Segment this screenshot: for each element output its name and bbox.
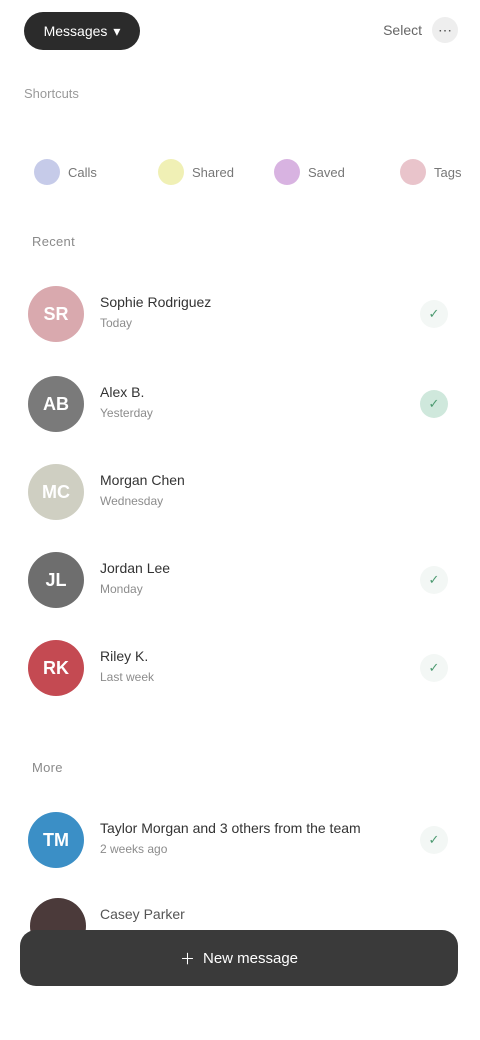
contact-row[interactable]: RK Riley K. Last week ✓ (0, 628, 480, 710)
filter-tags[interactable]: Tags (400, 146, 461, 198)
dropdown-label: Messages (43, 23, 108, 39)
new-message-label: New message (202, 949, 299, 967)
plus-icon: ＋ (179, 950, 195, 968)
saved-dot-icon (274, 159, 300, 185)
shortcuts-label: Shortcuts (24, 86, 79, 101)
contact-detail: Yesterday (100, 406, 153, 420)
contact-name: Sophie Rodriguez (100, 294, 212, 310)
filter-strip: Calls Shared Saved Tags (0, 146, 480, 198)
messages-dropdown-button[interactable]: Messages ▾ (24, 12, 140, 50)
status-check-icon[interactable]: ✓ (420, 390, 448, 418)
status-check-icon[interactable]: ✓ (420, 826, 448, 854)
contact-name: Jordan Lee (100, 560, 171, 576)
tags-dot-icon (400, 159, 426, 185)
avatar: JL (28, 552, 84, 608)
contact-name: Riley K. (100, 648, 149, 664)
contact-detail: Monday (100, 582, 143, 596)
contact-row[interactable]: SR Sophie Rodriguez Today ✓ (0, 274, 480, 356)
filter-calls[interactable]: Calls (34, 146, 97, 198)
shared-dot-icon (158, 159, 184, 185)
filter-label: Saved (308, 164, 345, 180)
contact-name: Taylor Morgan and 3 others from the team (100, 820, 361, 836)
contact-detail: 2 weeks ago (100, 842, 168, 856)
status-check-icon[interactable]: ✓ (420, 654, 448, 682)
select-button[interactable]: Select (383, 22, 422, 38)
contact-row[interactable]: MC Morgan Chen Wednesday (0, 452, 480, 534)
section-title-more: More (32, 760, 63, 775)
contact-row[interactable]: AB Alex B. Yesterday ✓ (0, 364, 480, 446)
top-actions: Select ⋯ (383, 14, 458, 46)
contact-row[interactable]: JL Jordan Lee Monday ✓ (0, 540, 480, 622)
contact-name: Casey Parker (100, 906, 185, 922)
top-bar: Messages ▾ Select ⋯ (0, 0, 480, 64)
avatar: SR (28, 286, 84, 342)
filter-label: Shared (192, 164, 234, 180)
avatar: TM (28, 812, 84, 868)
section-title-recent: Recent (32, 234, 75, 249)
new-message-button[interactable]: ＋ New message (20, 930, 458, 986)
filter-shared[interactable]: Shared (158, 146, 234, 198)
chevron-down-icon: ▾ (113, 22, 121, 39)
status-check-icon[interactable]: ✓ (420, 566, 448, 594)
contact-detail: Today (100, 316, 133, 330)
avatar: AB (28, 376, 84, 432)
contact-detail: Last week (100, 670, 155, 684)
contact-detail: Wednesday (100, 494, 164, 508)
contact-name: Alex B. (100, 384, 145, 400)
calls-dot-icon (34, 159, 60, 185)
more-icon[interactable]: ⋯ (432, 17, 458, 43)
contact-row[interactable]: TM Taylor Morgan and 3 others from the t… (0, 800, 480, 882)
contact-name: Morgan Chen (100, 472, 185, 488)
avatar: RK (28, 640, 84, 696)
status-check-icon[interactable]: ✓ (420, 300, 448, 328)
filter-label: Tags (434, 164, 462, 180)
filter-label: Calls (68, 164, 97, 180)
filter-saved[interactable]: Saved (274, 146, 345, 198)
avatar: MC (28, 464, 84, 520)
